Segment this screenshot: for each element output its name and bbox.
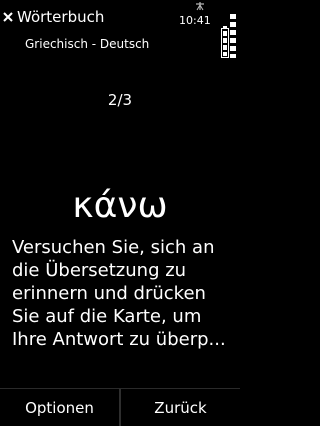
battery-icon [221,26,229,58]
options-button[interactable]: Optionen [0,388,119,426]
status-bar: 10:41 [170,0,240,60]
card-progress: 2/3 [107,91,133,109]
card-hint: Versuchen Sie, sich an die Übersetzung z… [12,237,226,350]
app-title: Wörterbuch [17,8,105,26]
back-button[interactable]: Zurück [119,388,240,426]
softkey-bar: Optionen Zurück [0,388,240,426]
network-icon [196,2,204,11]
dictionary-subtitle: Griechisch - Deutsch [25,37,150,51]
signal-icon [230,14,236,58]
card-word: κάνω [72,185,168,226]
close-icon[interactable] [2,10,14,24]
clock: 10:41 [179,14,211,27]
